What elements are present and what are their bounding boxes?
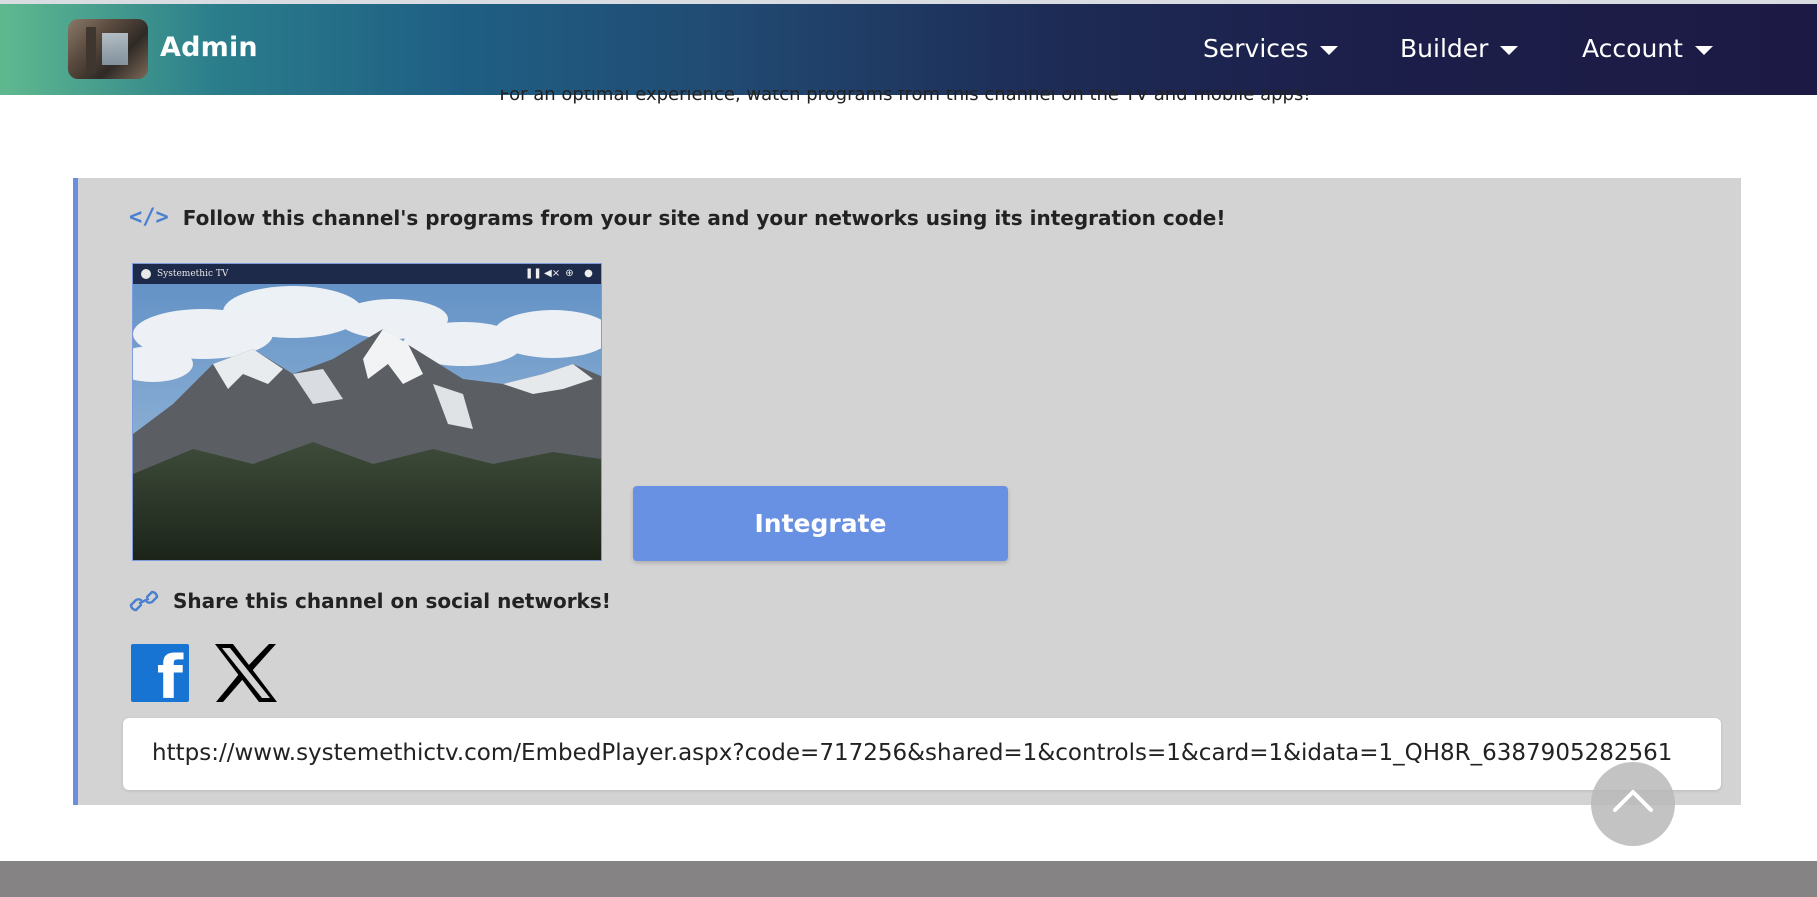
player-top-bar: Systemethic TV ❚❚ ◀× ⊕ ● (133, 264, 601, 284)
globe-icon[interactable]: ⊕ (563, 267, 576, 280)
nav-builder-label: Builder (1400, 34, 1489, 63)
x-share-button[interactable] (213, 642, 279, 704)
code-icon: </> (129, 205, 169, 230)
nav-account[interactable]: Account (1582, 34, 1713, 63)
facebook-share-button[interactable]: f (131, 644, 189, 702)
channel-logo-icon (141, 269, 151, 279)
player-channel-name: Systemethic TV (141, 269, 228, 279)
x-icon (215, 644, 277, 702)
footer-bar (0, 861, 1817, 897)
nav-services-label: Services (1203, 34, 1309, 63)
fullscreen-icon[interactable]: ● (582, 267, 595, 280)
player-channel-label: Systemethic TV (157, 269, 229, 279)
link-icon (129, 590, 159, 612)
chevron-down-icon (1500, 45, 1519, 55)
admin-avatar-logo[interactable] (68, 19, 148, 79)
nav-builder[interactable]: Builder (1400, 34, 1519, 63)
scroll-to-top-button[interactable] (1591, 762, 1675, 846)
chevron-up-icon (1613, 790, 1653, 812)
pause-icon[interactable]: ❚❚ (525, 267, 542, 280)
integrate-button[interactable]: Integrate (633, 486, 1008, 561)
nav-account-label: Account (1582, 34, 1683, 63)
share-heading: Share this channel on social networks! (129, 588, 611, 614)
brand-title[interactable]: Admin (160, 32, 258, 63)
share-heading-text: Share this channel on social networks! (173, 589, 611, 613)
embed-code-value[interactable]: https://www.systemethictv.com/EmbedPlaye… (152, 740, 1672, 766)
facebook-icon: f (156, 644, 183, 702)
embed-code-field[interactable]: https://www.systemethictv.com/EmbedPlaye… (123, 718, 1721, 790)
top-navbar: Admin Services Builder Account (0, 4, 1817, 95)
embedded-player-preview[interactable]: Systemethic TV ❚❚ ◀× ⊕ ● (132, 263, 602, 561)
mountain-landscape-image (133, 264, 601, 560)
chevron-down-icon (1320, 45, 1339, 55)
nav-services[interactable]: Services (1203, 34, 1339, 63)
mute-icon[interactable]: ◀× (544, 267, 560, 280)
chevron-down-icon (1694, 45, 1713, 55)
integration-heading: </> Follow this channel's programs from … (129, 205, 1225, 230)
integration-heading-text: Follow this channel's programs from your… (182, 205, 1226, 230)
